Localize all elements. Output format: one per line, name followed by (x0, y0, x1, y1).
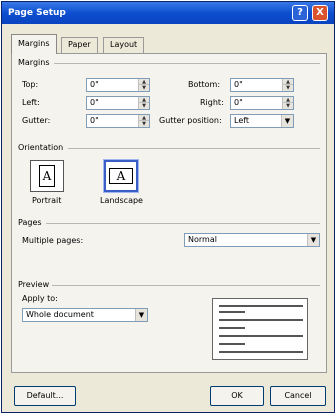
pages-divider (46, 223, 320, 224)
preview-line (219, 335, 303, 337)
chevron-down-icon[interactable]: ▼ (135, 309, 147, 321)
portrait-page-icon: A (39, 165, 55, 187)
multiple-pages-label: Multiple pages: (22, 236, 84, 245)
spin-down-icon[interactable]: ▼ (283, 103, 293, 109)
page-preview (212, 298, 308, 360)
chevron-down-icon[interactable]: ▼ (307, 234, 319, 246)
bottom-margin-value: 0" (234, 80, 243, 89)
page-setup-dialog: Page Setup ? X Margins Paper Layout Marg… (1, 1, 335, 413)
apply-to-label: Apply to: (22, 294, 58, 303)
multiple-pages-select[interactable]: Normal ▼ (184, 233, 320, 247)
preview-line (219, 305, 303, 307)
top-label: Top: (22, 80, 39, 89)
preview-line (219, 351, 303, 353)
preview-line (219, 327, 245, 329)
default-button[interactable]: Default... (14, 386, 76, 406)
left-margin-value: 0" (90, 98, 99, 107)
tab-margins[interactable]: Margins (11, 34, 57, 54)
right-label: Right: (200, 98, 224, 107)
preview-line (219, 311, 245, 313)
portrait-label: Portrait (32, 196, 62, 205)
gutter-label: Gutter: (22, 116, 51, 125)
dialog-title: Page Setup (8, 8, 66, 18)
landscape-button[interactable]: A (103, 159, 139, 193)
bottom-label: Bottom: (188, 80, 221, 89)
tab-layout[interactable]: Layout (103, 37, 145, 53)
apply-to-value: Whole document (26, 310, 94, 319)
spin-down-icon[interactable]: ▼ (283, 85, 293, 91)
cancel-button[interactable]: Cancel (270, 386, 326, 406)
chevron-down-icon[interactable]: ▼ (281, 115, 293, 127)
margins-group-label: Margins (18, 58, 50, 67)
spin-down-icon[interactable]: ▼ (139, 103, 149, 109)
right-margin-value: 0" (234, 98, 243, 107)
top-margin-value: 0" (90, 80, 99, 89)
spin-down-icon[interactable]: ▼ (139, 121, 149, 127)
spin-down-icon[interactable]: ▼ (139, 85, 149, 91)
pages-group-label: Pages (18, 218, 42, 227)
landscape-page-icon: A (109, 168, 133, 184)
gutter-spinner[interactable]: 0" ▲ ▼ (86, 114, 150, 128)
tab-paper[interactable]: Paper (61, 37, 98, 53)
apply-to-select[interactable]: Whole document ▼ (22, 308, 148, 322)
title-bar[interactable]: Page Setup ? X (2, 2, 334, 24)
gutter-position-select[interactable]: Left ▼ (230, 114, 294, 128)
top-margin-spinner[interactable]: 0" ▲ ▼ (86, 78, 150, 92)
help-button[interactable]: ? (292, 5, 308, 21)
left-label: Left: (22, 98, 40, 107)
gutter-position-value: Left (234, 116, 250, 125)
landscape-label: Landscape (100, 196, 143, 205)
gutter-position-label: Gutter position: (159, 116, 222, 125)
close-button[interactable]: X (312, 5, 328, 21)
left-margin-spinner[interactable]: 0" ▲ ▼ (86, 96, 150, 110)
preview-line (219, 319, 303, 321)
orientation-divider (68, 148, 320, 149)
preview-group-label: Preview (18, 280, 50, 289)
preview-line (219, 343, 245, 345)
preview-divider (52, 285, 320, 286)
margins-divider (54, 63, 320, 64)
orientation-group-label: Orientation (18, 143, 64, 152)
bottom-margin-spinner[interactable]: 0" ▲ ▼ (230, 78, 294, 92)
multiple-pages-value: Normal (188, 235, 217, 244)
ok-button[interactable]: OK (210, 386, 264, 406)
portrait-button[interactable]: A (30, 160, 64, 192)
right-margin-spinner[interactable]: 0" ▲ ▼ (230, 96, 294, 110)
gutter-value: 0" (90, 116, 99, 125)
